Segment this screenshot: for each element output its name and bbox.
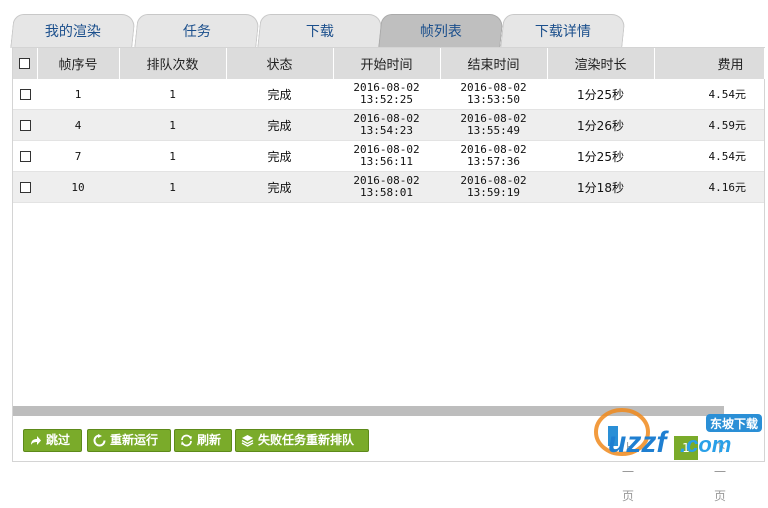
queue-count: 1 <box>119 171 226 203</box>
select-all-checkbox[interactable] <box>19 58 31 69</box>
rerun-button[interactable]: 重新运行 <box>87 429 171 452</box>
render-duration: 1分25秒 <box>547 140 654 172</box>
start-time: 2016-08-02 13:58:01 <box>333 171 440 203</box>
skip-label: 跳过 <box>46 433 71 447</box>
fee: 4.54元 <box>654 79 764 110</box>
table-header-row: 帧序号 排队次数 状态 开始时间 结束时间 渲染时长 费用 <box>13 48 765 79</box>
select-all-cell <box>13 48 38 79</box>
start-clock: 13:58:01 <box>360 186 413 199</box>
row-checkbox[interactable] <box>19 120 31 131</box>
table-row[interactable]: 1 1 完成 2016-08-02 13:52:25 2016-08-02 13:5… <box>13 79 764 110</box>
tab-label: 任务 <box>182 24 211 40</box>
status: 完成 <box>226 109 333 141</box>
start-clock: 13:54:23 <box>360 124 413 137</box>
table-row[interactable]: 7 1 完成 2016-08-02 13:56:11 2016-08-02 13:5… <box>13 140 764 172</box>
end-clock: 13:59:19 <box>467 186 520 199</box>
render-duration: 1分18秒 <box>547 171 654 203</box>
uzzf-watermark-logo: uzzf .com 东坡下载 <box>594 408 762 459</box>
end-time: 2016-08-02 13:53:50 <box>440 79 547 110</box>
start-clock: 13:52:25 <box>360 93 413 106</box>
col-start-time[interactable]: 开始时间 <box>333 48 441 79</box>
col-frame-number[interactable]: 帧序号 <box>37 48 120 79</box>
tab-my-render[interactable]: 我的渲染 <box>10 14 136 48</box>
layers-icon <box>241 435 254 447</box>
start-time: 2016-08-02 13:54:23 <box>333 109 440 141</box>
tab-label: 帧列表 <box>419 24 462 40</box>
col-end-time[interactable]: 结束时间 <box>440 48 548 79</box>
restart-icon <box>93 434 106 447</box>
end-time: 2016-08-02 13:57:36 <box>440 140 547 172</box>
tab-label: 下载详情 <box>534 24 591 40</box>
svg-text:.com: .com <box>680 432 731 457</box>
row-select-cell <box>13 79 37 110</box>
row-select-cell <box>13 171 37 203</box>
frame-number: 1 <box>37 79 119 110</box>
frame-number: 4 <box>37 109 119 141</box>
tab-label: 下载 <box>305 24 334 40</box>
col-queue-count[interactable]: 排队次数 <box>119 48 227 79</box>
forward-arrow-icon <box>31 436 41 445</box>
svg-text:uzzf: uzzf <box>608 426 669 459</box>
row-checkbox[interactable] <box>19 151 31 162</box>
frame-number: 10 <box>37 171 119 203</box>
row-checkbox[interactable] <box>19 89 31 100</box>
render-duration: 1分25秒 <box>547 79 654 110</box>
col-fee[interactable]: 费用 <box>654 48 765 79</box>
start-clock: 13:56:11 <box>360 155 413 168</box>
end-time: 2016-08-02 13:59:19 <box>440 171 547 203</box>
frame-list-panel: 帧序号 排队次数 状态 开始时间 结束时间 渲染时长 费用 1 1 完成 201… <box>12 47 765 462</box>
queue-count: 1 <box>119 140 226 172</box>
frame-table: 帧序号 排队次数 状态 开始时间 结束时间 渲染时长 费用 1 1 完成 201… <box>13 48 765 203</box>
tab-download[interactable]: 下载 <box>257 14 383 48</box>
refresh-label: 刷新 <box>197 433 222 447</box>
status: 完成 <box>226 171 333 203</box>
requeue-failed-label: 失败任务重新排队 <box>258 433 355 447</box>
row-checkbox[interactable] <box>19 182 31 193</box>
refresh-icon <box>181 434 192 447</box>
svg-text:东坡下载: 东坡下载 <box>710 416 758 431</box>
tab-label: 我的渲染 <box>44 24 101 40</box>
end-clock: 13:55:49 <box>467 124 520 137</box>
col-status[interactable]: 状态 <box>226 48 334 79</box>
queue-count: 1 <box>119 109 226 141</box>
refresh-button[interactable]: 刷新 <box>174 429 232 452</box>
row-select-cell <box>13 109 37 141</box>
table-row[interactable]: 4 1 完成 2016-08-02 13:54:23 2016-08-02 13:5… <box>13 109 764 141</box>
fee: 4.54元 <box>654 140 764 172</box>
skip-button[interactable]: 跳过 <box>23 429 82 452</box>
tab-tasks[interactable]: 任务 <box>134 14 260 48</box>
fee: 4.16元 <box>654 171 764 203</box>
requeue-failed-button[interactable]: 失败任务重新排队 <box>235 429 369 452</box>
start-time: 2016-08-02 13:56:11 <box>333 140 440 172</box>
end-clock: 13:57:36 <box>467 155 520 168</box>
row-select-cell <box>13 140 37 172</box>
rerun-label: 重新运行 <box>110 433 159 447</box>
tab-download-details[interactable]: 下载详情 <box>500 14 626 48</box>
render-duration: 1分26秒 <box>547 109 654 141</box>
end-time: 2016-08-02 13:55:49 <box>440 109 547 141</box>
status: 完成 <box>226 79 333 110</box>
frame-number: 7 <box>37 140 119 172</box>
queue-count: 1 <box>119 79 226 110</box>
fee: 4.59元 <box>654 109 764 141</box>
start-time: 2016-08-02 13:52:25 <box>333 79 440 110</box>
table-row[interactable]: 10 1 完成 2016-08-02 13:58:01 2016-08-02 13:… <box>13 171 764 203</box>
tab-frame-list[interactable]: 帧列表 <box>378 14 504 48</box>
end-clock: 13:53:50 <box>467 93 520 106</box>
col-render-duration[interactable]: 渲染时长 <box>547 48 655 79</box>
tab-bar: 我的渲染 任务 下载 帧列表 下载详情 <box>10 14 756 48</box>
status: 完成 <box>226 140 333 172</box>
